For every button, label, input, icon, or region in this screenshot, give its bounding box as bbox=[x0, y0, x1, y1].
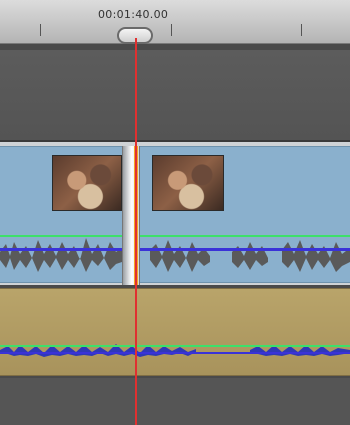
music-waveform bbox=[0, 344, 350, 357]
waveform-shape bbox=[0, 238, 350, 272]
empty-track[interactable] bbox=[0, 50, 350, 142]
music-volume-line[interactable] bbox=[0, 345, 350, 347]
music-pan-line[interactable] bbox=[0, 352, 350, 354]
ruler-tick bbox=[301, 24, 302, 36]
playhead-timecode: 00:01:40.00 bbox=[98, 8, 169, 21]
ruler-tick bbox=[40, 24, 41, 36]
timecode-ruler[interactable]: 00:01:40.00 bbox=[0, 0, 350, 44]
ruler-tick bbox=[171, 24, 172, 36]
clip-thumbnail bbox=[52, 155, 122, 211]
clip-volume-line[interactable] bbox=[0, 235, 350, 237]
clip-thumbnail bbox=[152, 155, 224, 211]
timeline-editor: 00:01:40.00 bbox=[0, 0, 350, 425]
clip-pan-line[interactable] bbox=[0, 248, 350, 251]
clip-audio-waveform bbox=[0, 238, 350, 272]
empty-track-bottom[interactable] bbox=[0, 378, 350, 425]
playhead-line[interactable] bbox=[135, 38, 137, 425]
music-track[interactable] bbox=[0, 288, 350, 376]
